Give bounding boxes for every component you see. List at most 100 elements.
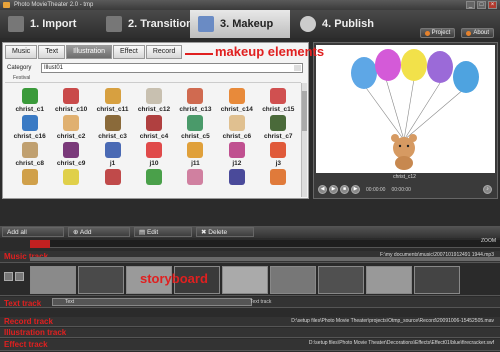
step-publish-label: 4. Publish <box>322 18 374 30</box>
illustration-thumbnail <box>270 88 287 104</box>
record-track[interactable]: Record track D:\setup files\Photo Movie … <box>0 317 500 327</box>
publish-disc-icon <box>300 16 316 33</box>
illustration-item[interactable]: j10 <box>133 141 174 168</box>
step-transition[interactable]: 2. Transition <box>98 10 198 38</box>
illustration-item[interactable] <box>175 168 216 195</box>
illustration-item[interactable] <box>216 168 257 195</box>
illustration-item[interactable]: christ_c11 <box>92 87 133 114</box>
playhead-marker[interactable] <box>30 240 50 248</box>
storyboard-play-icon[interactable] <box>4 272 13 281</box>
illustration-item[interactable]: christ_c9 <box>50 141 91 168</box>
illustration-item[interactable]: christ_c10 <box>50 87 91 114</box>
effect-track[interactable]: Effect track D:\setup files\Photo Movie … <box>0 339 500 351</box>
makeup-elements-annotation: makeup elements <box>215 44 325 59</box>
effect-path: D:\setup files\Photo Movie Theater\Decor… <box>308 340 494 346</box>
illustration-item[interactable] <box>133 168 174 195</box>
storyboard-frame[interactable] <box>222 266 268 294</box>
timeline-ruler[interactable] <box>30 240 500 248</box>
edit-button[interactable]: ▤ Edit <box>134 227 192 237</box>
illustration-thumbnail <box>187 142 204 158</box>
tab-music[interactable]: Music <box>5 45 38 59</box>
category-select[interactable]: Illust01 <box>41 63 303 73</box>
illustration-item[interactable]: christ_c4 <box>133 114 174 141</box>
illustration-label: christ_c12 <box>137 106 171 113</box>
annotation-arrow <box>185 53 213 55</box>
step-import-label: 1. Import <box>30 18 77 30</box>
illustration-label: christ_c1 <box>15 106 44 113</box>
illustration-label: christ_c13 <box>179 106 212 113</box>
project-button[interactable]: Project <box>419 28 456 38</box>
rewind-icon[interactable]: ◀ <box>318 185 327 194</box>
illustration-thumbnail <box>63 115 80 131</box>
delete-button[interactable]: ✖ Delete <box>196 227 254 237</box>
tab-illustration[interactable]: Illustration <box>66 45 113 59</box>
illustration-item[interactable]: christ_c7 <box>258 114 299 141</box>
illustration-item[interactable]: j11 <box>175 141 216 168</box>
storyboard-frame[interactable] <box>30 266 76 294</box>
minimize-button[interactable]: _ <box>466 1 475 9</box>
step-makeup[interactable]: 3. Makeup <box>190 10 290 38</box>
illustration-item[interactable]: j12 <box>216 141 257 168</box>
about-button[interactable]: About <box>461 28 494 38</box>
music-path: F:\my documents\music\2007101912491 1944… <box>380 252 494 258</box>
forward-icon[interactable]: ▶ <box>351 185 360 194</box>
music-track[interactable]: Music track F:\my documents\music\200710… <box>0 251 500 263</box>
illustration-item[interactable]: j1 <box>92 141 133 168</box>
illustration-item[interactable] <box>50 168 91 195</box>
close-button[interactable]: × <box>488 1 497 9</box>
storyboard-frame[interactable] <box>270 266 316 294</box>
illustration-item[interactable]: christ_c15 <box>258 87 299 114</box>
step-transition-label: 2. Transition <box>128 18 193 30</box>
illustration-item[interactable] <box>9 168 50 195</box>
time-current: 00:00:00 <box>366 186 386 193</box>
text-clip[interactable]: Text <box>52 298 252 306</box>
illustration-item[interactable]: christ_c8 <box>9 141 50 168</box>
illustration-item[interactable] <box>258 168 299 195</box>
illustration-thumbnail <box>104 142 121 158</box>
illustration-item[interactable]: j3 <box>258 141 299 168</box>
maximize-button[interactable]: □ <box>477 1 486 9</box>
illustration-track[interactable]: Illustration track <box>0 328 500 338</box>
storyboard-frame[interactable] <box>366 266 412 294</box>
storyboard-frame[interactable] <box>78 266 124 294</box>
illustration-thumbnail <box>104 88 121 104</box>
step-import[interactable]: 1. Import <box>0 10 95 38</box>
add-button[interactable]: ⊕ Add <box>68 227 130 237</box>
storyboard-frame[interactable] <box>318 266 364 294</box>
play-icon[interactable]: ▶ <box>329 185 338 194</box>
tab-record[interactable]: Record <box>145 45 183 59</box>
zoom-control[interactable]: ZOOM <box>481 238 496 244</box>
illustration-thumbnail <box>63 142 80 158</box>
volume-icon[interactable]: ♪ <box>483 185 492 194</box>
illustration-label: j1 <box>109 160 116 167</box>
illustration-item[interactable]: christ_c2 <box>50 114 91 141</box>
illustration-item[interactable]: christ_c13 <box>175 87 216 114</box>
step-publish[interactable]: 4. Publish <box>292 10 392 38</box>
illustration-item[interactable] <box>92 168 133 195</box>
illustration-thumbnail <box>187 169 204 185</box>
tab-text[interactable]: Text <box>38 45 66 59</box>
makeup-tabs: Music Text Illustration Effect Record <box>5 45 183 59</box>
illustration-thumbnail <box>270 142 287 158</box>
storyboard-frame[interactable] <box>414 266 460 294</box>
illustration-thumbnail <box>145 169 162 185</box>
illustration-item[interactable]: christ_c12 <box>133 87 174 114</box>
delete-label: Delete <box>208 229 228 236</box>
illustration-item[interactable]: christ_c5 <box>175 114 216 141</box>
illustration-item[interactable]: christ_c3 <box>92 114 133 141</box>
text-track-label: Text track <box>4 299 42 308</box>
scrollbar-thumb[interactable] <box>302 91 307 131</box>
illustration-item[interactable]: christ_c16 <box>9 114 50 141</box>
storyboard-options-icon[interactable] <box>15 272 24 281</box>
add-all-button[interactable]: Add all <box>2 227 64 237</box>
illustration-label: j10 <box>149 160 159 167</box>
text-track[interactable]: Text track Text Text track <box>0 297 500 308</box>
tab-effect[interactable]: Effect <box>113 45 145 59</box>
illustration-item[interactable]: christ_c14 <box>216 87 257 114</box>
project-label: Project <box>431 30 451 36</box>
illustration-item[interactable]: christ_c1 <box>9 87 50 114</box>
grid-scrollbar[interactable] <box>301 83 307 197</box>
stop-icon[interactable]: ■ <box>340 185 349 194</box>
illustration-item[interactable]: christ_c6 <box>216 114 257 141</box>
illustration-thumbnail <box>21 142 38 158</box>
